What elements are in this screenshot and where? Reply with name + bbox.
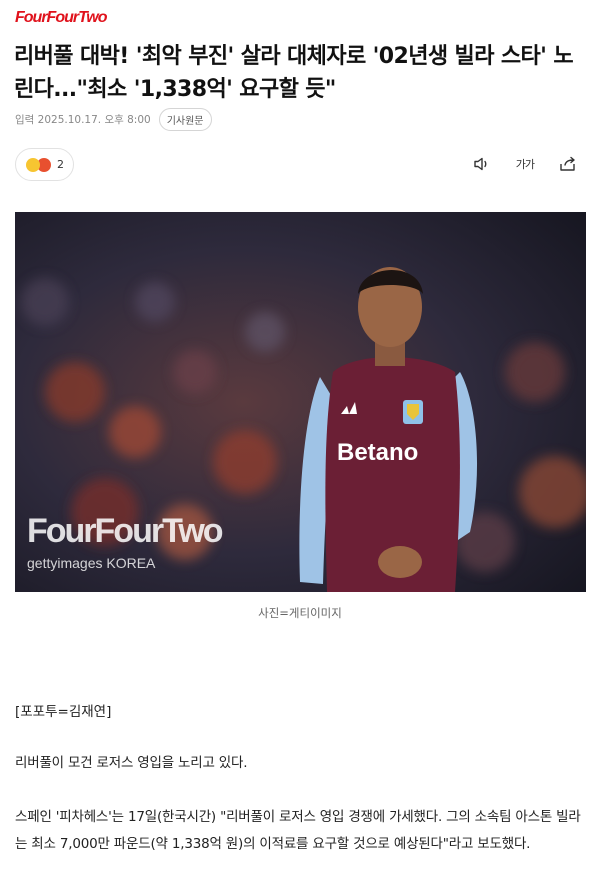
speaker-icon[interactable] bbox=[472, 154, 492, 174]
article-toolbar: 가가 bbox=[472, 154, 578, 174]
original-article-button[interactable]: 기사원문 bbox=[158, 108, 212, 131]
share-icon[interactable] bbox=[558, 154, 578, 174]
reaction-button[interactable]: 2 bbox=[15, 148, 74, 181]
photo-caption: 사진=게티이미지 bbox=[258, 606, 342, 620]
byline: [포포투=김재연] bbox=[15, 704, 112, 720]
player-illustration: Betano FourFourTwo gettyimages KOREA bbox=[15, 212, 586, 592]
reaction-count: 2 bbox=[57, 158, 64, 171]
watermark-brand: FourFourTwo bbox=[27, 512, 223, 550]
article-headline: 리버풀 대박! '최악 부진' 살라 대체자로 '02년생 빌라 스타' 노린다… bbox=[14, 44, 574, 102]
watermark-agency: gettyimages KOREA bbox=[27, 555, 156, 571]
article-paragraph: 리버풀이 모건 로저스 영입을 노리고 있다. bbox=[15, 755, 248, 771]
published-date: 입력 2025.10.17. 오후 8:00 bbox=[15, 114, 151, 126]
font-size-button[interactable]: 가가 bbox=[515, 154, 535, 174]
article-photo: Betano FourFourTwo gettyimages KOREA bbox=[15, 212, 586, 592]
article-meta: 입력 2025.10.17. 오후 8:00 기사원문 bbox=[15, 108, 212, 131]
font-size-label: 가가 bbox=[515, 158, 535, 171]
article-paragraph: 스페인 '피차헤스'는 17일(한국시간) "리버풀이 로저스 영입 경쟁에 가… bbox=[15, 809, 581, 852]
smile-emoji-icon bbox=[26, 157, 40, 172]
site-logo[interactable]: FourFourTwo bbox=[15, 9, 107, 27]
jersey-sponsor: Betano bbox=[337, 439, 418, 466]
